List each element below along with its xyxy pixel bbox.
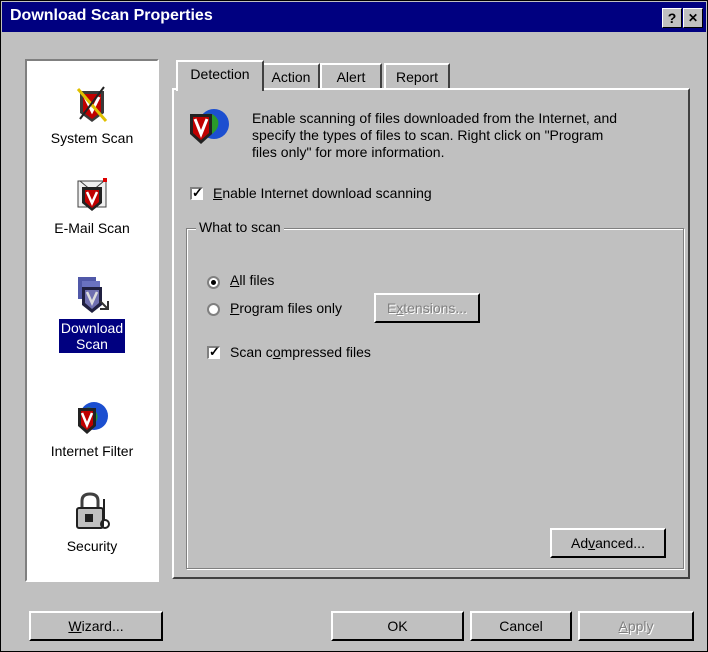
extensions-button[interactable]: Extensions... — [374, 293, 480, 323]
description-text: Enable scanning of files downloaded from… — [252, 110, 617, 161]
sidebar-item-download-scan[interactable]: Download Scan — [27, 273, 157, 354]
tab-alert[interactable]: Alert — [320, 63, 382, 89]
tab-label: Alert — [336, 69, 366, 85]
accelerator-key: A — [230, 272, 240, 288]
download-scan-shield-icon — [190, 109, 229, 144]
label-text: tensions... — [403, 300, 468, 316]
label-text: mpressed files — [280, 344, 371, 360]
tab-action[interactable]: Action — [262, 63, 320, 89]
sidebar-item-label: Security — [66, 538, 118, 554]
label-text: Ad — [571, 535, 589, 551]
ok-button[interactable]: OK — [331, 611, 464, 641]
sidebar-item-label-line1: Download — [60, 320, 124, 336]
label-text: rogram files only — [239, 300, 343, 316]
close-button[interactable]: ✕ — [683, 8, 703, 28]
label-text: anced... — [595, 535, 645, 551]
title-bar[interactable]: Download Scan Properties ? ✕ — [2, 2, 706, 32]
radio-dot — [211, 280, 216, 285]
tab-report[interactable]: Report — [384, 63, 450, 89]
enable-download-scanning-checkbox[interactable]: ✓ — [190, 185, 203, 200]
sidebar-item-label: System Scan — [50, 130, 134, 146]
apply-button[interactable]: Apply — [578, 611, 694, 641]
label-text: ll files — [239, 272, 275, 288]
what-to-scan-label: What to scan — [196, 219, 284, 235]
label-text: pply — [627, 618, 654, 634]
accelerator-key: E — [213, 185, 223, 201]
scan-compressed-files-label[interactable]: Scan compressed files — [230, 344, 371, 360]
tab-label: Report — [395, 69, 439, 85]
scan-compressed-files-checkbox[interactable]: ✓ — [207, 344, 220, 359]
window-title: Download Scan Properties — [10, 7, 213, 24]
sidebar-item-system-scan[interactable]: System Scan — [27, 85, 157, 147]
system-scan-icon — [76, 86, 108, 122]
program-files-only-radio[interactable] — [207, 303, 220, 316]
download-scan-icon — [78, 277, 109, 313]
description-line: files only" for more information. — [252, 144, 445, 160]
label-text: Scan c — [230, 344, 273, 360]
all-files-label[interactable]: All files — [230, 272, 274, 288]
checkmark-icon: ✓ — [209, 344, 220, 359]
accelerator-key: A — [618, 618, 628, 634]
checkmark-icon: ✓ — [192, 185, 203, 200]
sidebar: System Scan E-Mail Scan Download Scan In… — [27, 61, 157, 580]
description-line: specify the types of files to scan. Righ… — [252, 127, 604, 143]
label-text: nable Internet download scanning — [222, 185, 432, 201]
accelerator-key: o — [272, 344, 281, 360]
label-text: E — [386, 300, 397, 316]
wizard-button[interactable]: Wizard... — [29, 611, 163, 641]
sidebar-item-label: E-Mail Scan — [54, 220, 130, 236]
tab-label: Action — [271, 69, 311, 85]
security-lock-icon — [76, 492, 110, 529]
sidebar-item-security[interactable]: Security — [27, 491, 157, 555]
program-files-only-label[interactable]: Program files only — [230, 300, 342, 316]
label-text: izard... — [81, 618, 124, 634]
all-files-radio[interactable] — [207, 276, 220, 289]
internet-filter-icon — [78, 402, 108, 434]
sidebar-item-label-line2: Scan — [76, 336, 108, 352]
help-button[interactable]: ? — [662, 8, 682, 28]
tab-label: Detection — [190, 66, 250, 82]
accelerator-key: W — [68, 618, 82, 634]
sidebar-item-label: Internet Filter — [50, 443, 134, 459]
advanced-button[interactable]: Advanced... — [550, 528, 666, 558]
description-line: Enable scanning of files downloaded from… — [252, 110, 618, 126]
accelerator-key: P — [230, 300, 240, 316]
cancel-button[interactable]: Cancel — [470, 611, 572, 641]
sidebar-item-internet-filter[interactable]: Internet Filter — [27, 398, 157, 460]
tab-detection[interactable]: Detection — [176, 60, 264, 91]
email-scan-icon — [77, 178, 107, 211]
enable-download-scanning-label[interactable]: Enable Internet download scanning — [213, 185, 432, 201]
sidebar-item-email-scan[interactable]: E-Mail Scan — [27, 175, 157, 237]
